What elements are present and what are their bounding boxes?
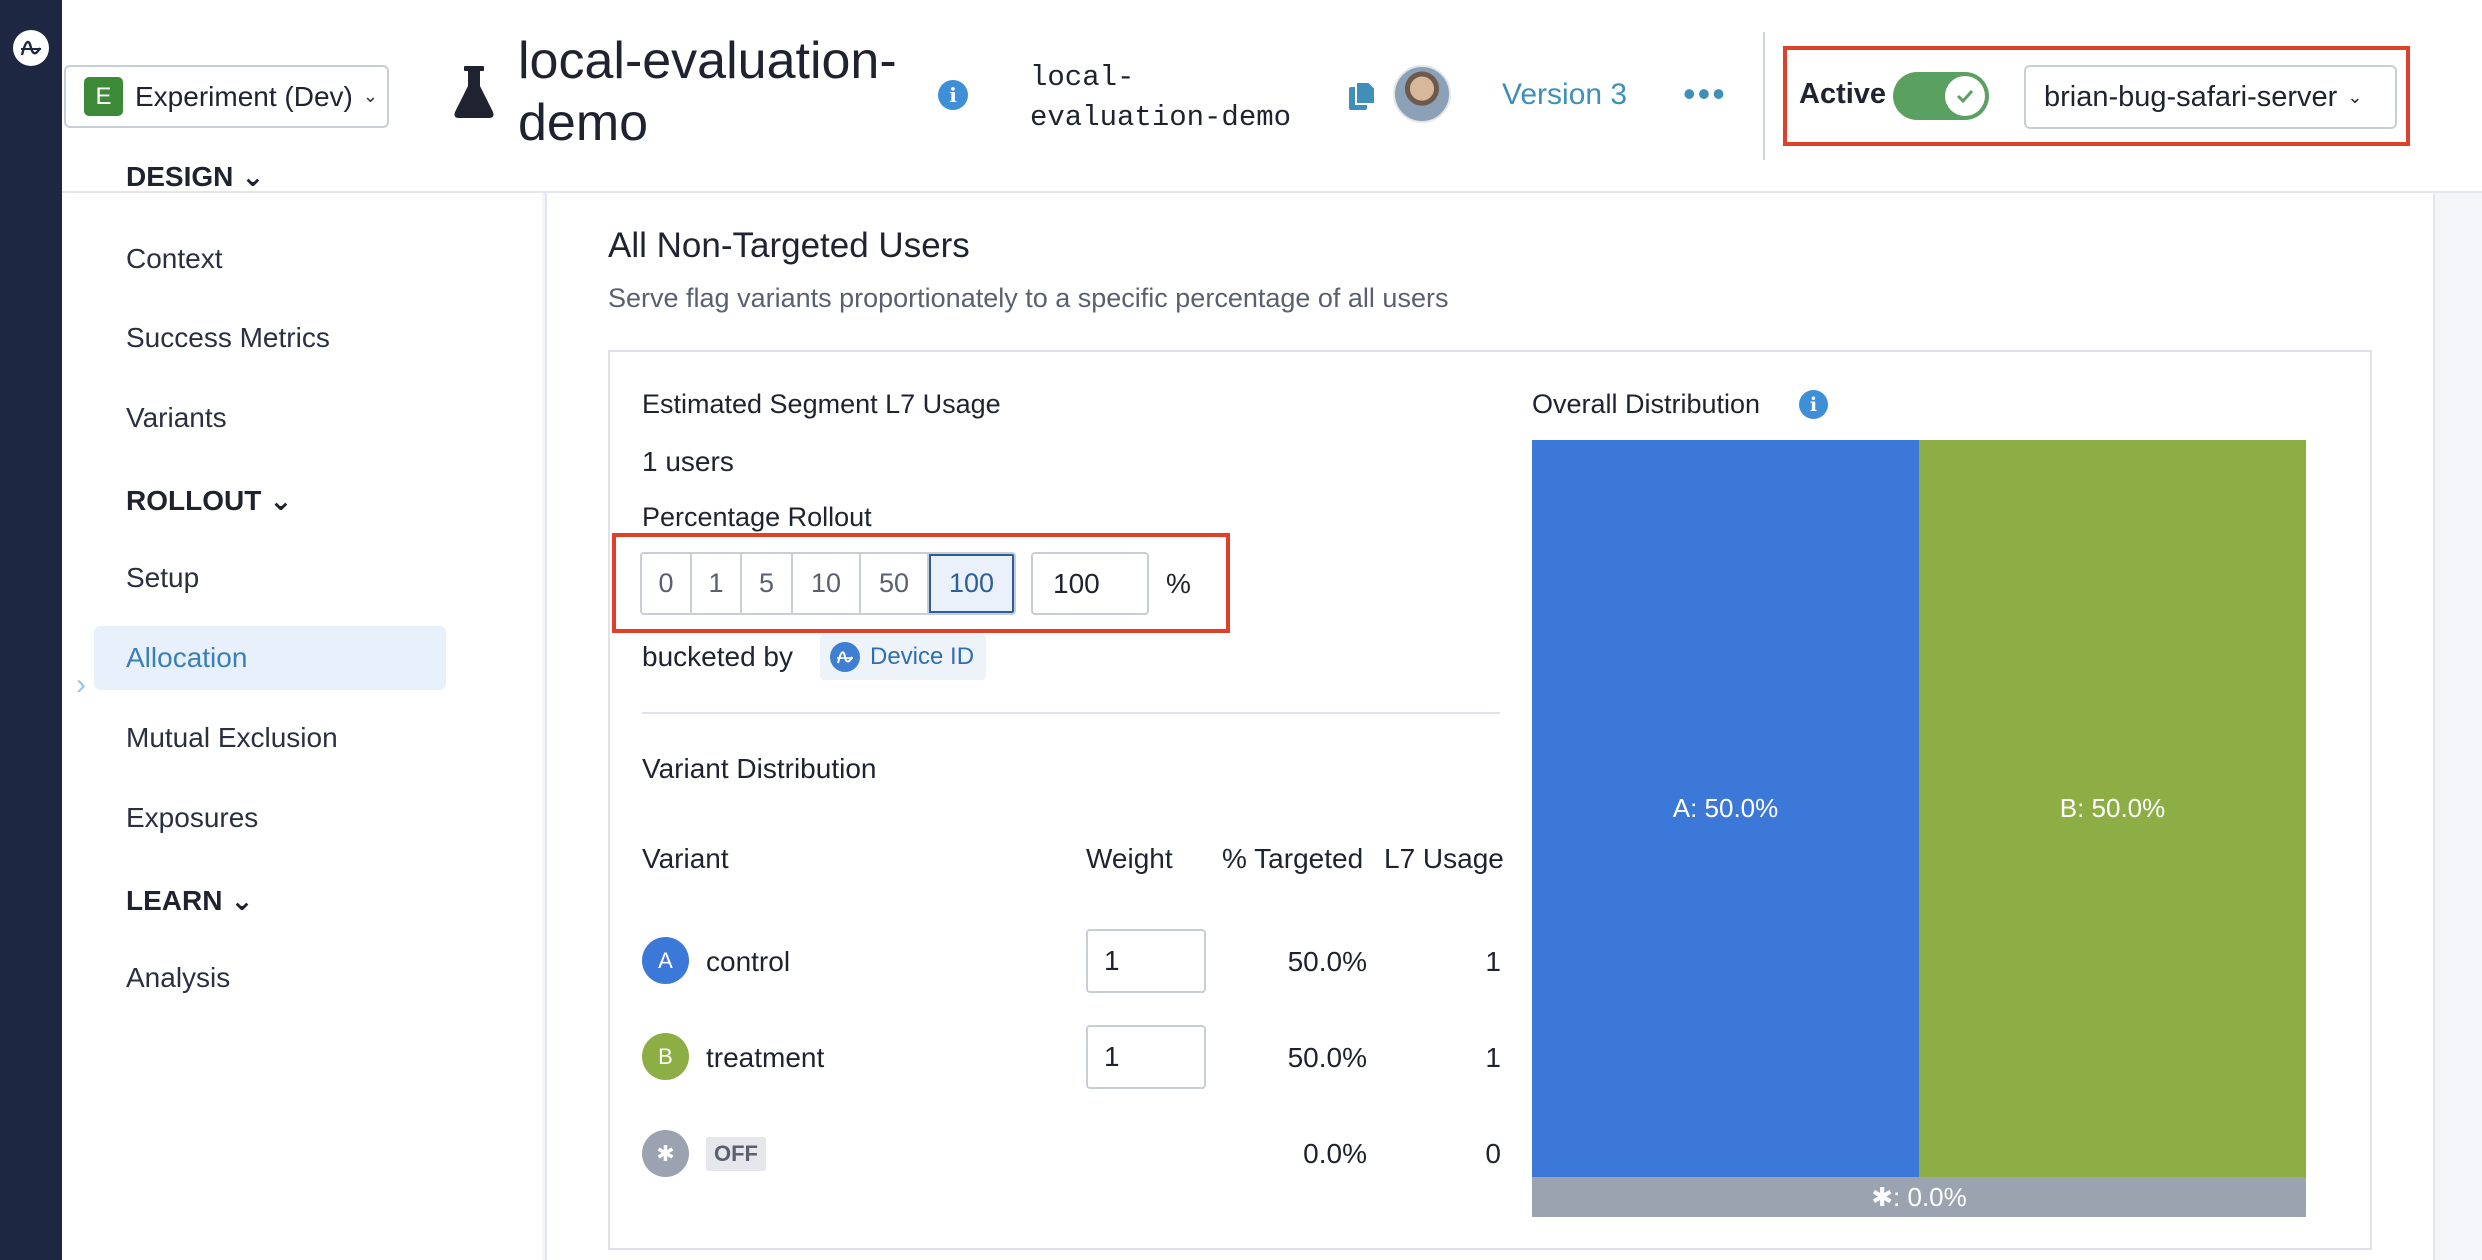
section-label: ROLLOUT: [126, 485, 262, 516]
copy-icon[interactable]: [1347, 80, 1377, 117]
avatar[interactable]: [1393, 65, 1451, 123]
flag-key-line: local-: [1030, 61, 1135, 94]
sidebar-item-label: Setup: [126, 562, 200, 593]
header-divider: [1763, 32, 1765, 160]
variant-targeted: 0.0%: [1303, 1138, 1367, 1169]
variant-usage: 1: [1485, 1042, 1501, 1073]
sidebar-item-variants[interactable]: Variants: [94, 386, 446, 450]
sidebar-item-context[interactable]: Context: [94, 227, 446, 291]
sidebar-item-mutual-exclusion[interactable]: Mutual Exclusion: [94, 706, 446, 770]
bucketing-key-chip[interactable]: Device ID: [820, 634, 987, 680]
variant-targeted: 50.0%: [1287, 946, 1367, 977]
segment-usage-value: 1 users: [642, 446, 734, 477]
sidebar-section-design[interactable]: DESIGN ⌄: [126, 160, 265, 193]
bucketed-by-label: bucketed by: [642, 641, 793, 672]
variant-badge: A: [642, 937, 689, 984]
flag-key: local- evaluation-demo: [1030, 58, 1291, 138]
rollout-label: Percentage Rollout: [642, 502, 872, 532]
rollout-preset-group: 0 1 5 10 50 100: [640, 552, 1016, 615]
section-label: DESIGN: [126, 161, 234, 192]
sidebar-item-label: Variants: [126, 402, 227, 433]
distribution-segment-a: A: 50.0%: [1532, 440, 1919, 1177]
variant-targeted: 50.0%: [1287, 1042, 1367, 1073]
sidebar-item-label: Analysis: [126, 962, 231, 993]
column-header-targeted: % Targeted: [1222, 843, 1364, 874]
distribution-segment-off: ✱: 0.0%: [1532, 1177, 2306, 1217]
project-select[interactable]: E Experiment (Dev) ⌄: [64, 65, 389, 128]
chevron-down-icon: ⌄: [222, 885, 254, 916]
environment-select[interactable]: brian-bug-safari-server ⌄: [2024, 65, 2397, 129]
column-header-usage: L7 Usage: [1384, 843, 1504, 874]
sidebar-item-setup[interactable]: Setup: [94, 546, 446, 610]
check-icon: [1945, 76, 1985, 116]
version-link[interactable]: Version 3: [1502, 78, 1627, 112]
sidebar-item-label: Allocation: [126, 642, 248, 673]
rollout-preset-button[interactable]: 5: [742, 554, 793, 613]
section-title: All Non-Targeted Users: [608, 226, 970, 265]
rollout-preset-button[interactable]: 100: [929, 554, 1014, 613]
column-header-variant: Variant: [642, 843, 729, 874]
amplitude-logo-icon[interactable]: [13, 30, 49, 66]
sidebar-item-label: Success Metrics: [126, 322, 330, 353]
variant-name: control: [706, 946, 791, 977]
variant-badge: ✱: [642, 1130, 689, 1177]
experiment-flask-icon: [452, 64, 496, 125]
flag-title: local-evaluation-demo: [518, 32, 897, 152]
project-badge: E: [84, 77, 123, 116]
rollout-preset-button[interactable]: 10: [793, 554, 861, 613]
rollout-preset-button[interactable]: 1: [692, 554, 742, 613]
weight-input[interactable]: [1086, 1025, 1206, 1089]
rollout-percent-input[interactable]: [1031, 552, 1149, 615]
sidebar-item-analysis[interactable]: Analysis: [94, 946, 446, 1010]
sidebar: DESIGN ⌄ Context Success Metrics Variant…: [62, 193, 542, 1260]
bucketing-key-label: Device ID: [870, 643, 975, 670]
weight-input[interactable]: [1086, 929, 1206, 993]
column-header-weight: Weight: [1086, 843, 1173, 874]
sidebar-item-success-metrics[interactable]: Success Metrics: [94, 306, 446, 370]
variant-name: treatment: [706, 1042, 825, 1073]
sidebar-section-rollout[interactable]: ROLLOUT ⌄: [126, 484, 293, 517]
amplitude-icon: [830, 642, 860, 672]
more-options-icon[interactable]: •••: [1683, 76, 1727, 112]
sidebar-item-label: Context: [126, 243, 223, 274]
app-rail: [0, 0, 62, 1260]
distribution-segment-b: B: 50.0%: [1919, 440, 2306, 1177]
info-icon[interactable]: i: [1799, 390, 1828, 419]
sidebar-item-label: Mutual Exclusion: [126, 722, 338, 753]
variant-usage: 1: [1485, 946, 1501, 977]
segment-label: ✱: 0.0%: [1871, 1181, 1967, 1212]
section-description: Serve flag variants proportionately to a…: [608, 283, 1449, 313]
distribution-title: Overall Distribution: [1532, 389, 1761, 419]
sidebar-item-label: Exposures: [126, 802, 259, 833]
percent-unit: %: [1166, 568, 1191, 599]
section-label: LEARN: [126, 885, 223, 916]
variant-badge: B: [642, 1033, 689, 1080]
sidebar-section-learn[interactable]: LEARN ⌄: [126, 884, 254, 917]
distribution-chart: A: 50.0% B: 50.0% ✱: 0.0%: [1532, 440, 2306, 1217]
active-label: Active: [1799, 78, 1887, 110]
chevron-down-icon: ⌄: [261, 485, 293, 516]
rollout-preset-button[interactable]: 0: [642, 554, 692, 613]
off-tag: OFF: [706, 1137, 766, 1171]
sidebar-item-exposures[interactable]: Exposures: [94, 786, 446, 850]
chevron-right-icon[interactable]: ›: [76, 668, 86, 702]
environment-label: brian-bug-safari-server: [2044, 80, 2338, 113]
chevron-down-icon: ⌄: [2347, 86, 2363, 107]
sidebar-item-allocation[interactable]: Allocation: [94, 626, 446, 690]
chevron-down-icon: ⌄: [362, 86, 378, 106]
active-toggle[interactable]: [1893, 72, 1989, 120]
project-label: Experiment (Dev): [135, 80, 353, 112]
variant-distribution-label: Variant Distribution: [642, 753, 877, 784]
segment-usage-label: Estimated Segment L7 Usage: [642, 389, 1001, 419]
divider: [642, 712, 1500, 714]
segment-label: A: 50.0%: [1672, 793, 1779, 823]
segment-label: B: 50.0%: [2059, 793, 2166, 823]
info-icon[interactable]: i: [938, 80, 968, 110]
chevron-down-icon: ⌄: [233, 161, 265, 192]
flag-key-line: evaluation-demo: [1030, 101, 1292, 134]
variant-usage: 0: [1485, 1138, 1501, 1169]
rollout-preset-button[interactable]: 50: [861, 554, 929, 613]
